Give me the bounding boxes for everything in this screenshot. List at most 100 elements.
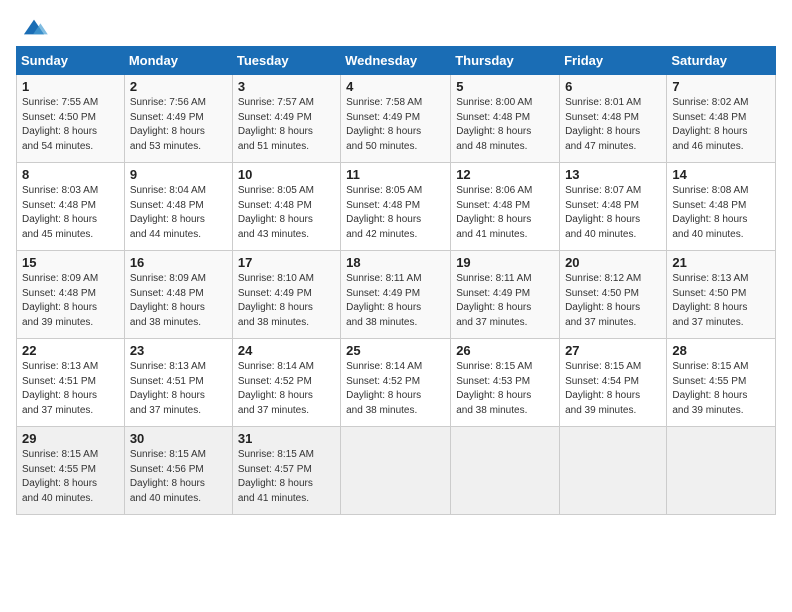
day-info: Sunrise: 8:13 AM Sunset: 4:51 PM Dayligh… xyxy=(22,360,119,418)
day-number: 10 xyxy=(238,167,335,182)
calendar-cell: 8 Sunrise: 8:03 AM Sunset: 4:48 PM Daylig… xyxy=(17,163,125,251)
day-info: Sunrise: 8:09 AM Sunset: 4:48 PM Dayligh… xyxy=(130,272,227,330)
weekday-header-row: SundayMondayTuesdayWednesdayThursdayFrid… xyxy=(17,47,776,75)
day-number: 31 xyxy=(238,431,335,446)
day-number: 17 xyxy=(238,255,335,270)
calendar-cell: 11 Sunrise: 8:05 AM Sunset: 4:48 PM Dayli… xyxy=(341,163,451,251)
calendar-cell: 4 Sunrise: 7:58 AM Sunset: 4:49 PM Daylig… xyxy=(341,75,451,163)
calendar-cell: 21 Sunrise: 8:13 AM Sunset: 4:50 PM Dayli… xyxy=(667,251,776,339)
day-info: Sunrise: 8:10 AM Sunset: 4:49 PM Dayligh… xyxy=(238,272,335,330)
day-info: Sunrise: 8:15 AM Sunset: 4:55 PM Dayligh… xyxy=(22,448,119,506)
calendar-cell: 14 Sunrise: 8:08 AM Sunset: 4:48 PM Dayli… xyxy=(667,163,776,251)
calendar-cell: 29 Sunrise: 8:15 AM Sunset: 4:55 PM Dayli… xyxy=(17,427,125,515)
day-number: 4 xyxy=(346,79,445,94)
day-number: 29 xyxy=(22,431,119,446)
day-number: 25 xyxy=(346,343,445,358)
day-info: Sunrise: 8:06 AM Sunset: 4:48 PM Dayligh… xyxy=(456,184,554,242)
day-info: Sunrise: 8:04 AM Sunset: 4:48 PM Dayligh… xyxy=(130,184,227,242)
day-number: 5 xyxy=(456,79,554,94)
calendar-cell xyxy=(341,427,451,515)
day-number: 2 xyxy=(130,79,227,94)
header xyxy=(16,16,776,38)
day-info: Sunrise: 8:12 AM Sunset: 4:50 PM Dayligh… xyxy=(565,272,661,330)
day-info: Sunrise: 8:15 AM Sunset: 4:54 PM Dayligh… xyxy=(565,360,661,418)
day-info: Sunrise: 8:05 AM Sunset: 4:48 PM Dayligh… xyxy=(238,184,335,242)
day-number: 22 xyxy=(22,343,119,358)
day-number: 3 xyxy=(238,79,335,94)
logo xyxy=(16,16,48,38)
day-info: Sunrise: 8:11 AM Sunset: 4:49 PM Dayligh… xyxy=(346,272,445,330)
calendar-table: SundayMondayTuesdayWednesdayThursdayFrid… xyxy=(16,46,776,515)
calendar-cell: 23 Sunrise: 8:13 AM Sunset: 4:51 PM Dayli… xyxy=(124,339,232,427)
day-info: Sunrise: 8:15 AM Sunset: 4:53 PM Dayligh… xyxy=(456,360,554,418)
calendar-cell: 28 Sunrise: 8:15 AM Sunset: 4:55 PM Dayli… xyxy=(667,339,776,427)
week-row-5: 29 Sunrise: 8:15 AM Sunset: 4:55 PM Dayli… xyxy=(17,427,776,515)
day-info: Sunrise: 8:13 AM Sunset: 4:51 PM Dayligh… xyxy=(130,360,227,418)
calendar-cell xyxy=(560,427,667,515)
day-number: 8 xyxy=(22,167,119,182)
day-info: Sunrise: 7:58 AM Sunset: 4:49 PM Dayligh… xyxy=(346,96,445,154)
weekday-wednesday: Wednesday xyxy=(341,47,451,75)
day-number: 18 xyxy=(346,255,445,270)
calendar-cell: 10 Sunrise: 8:05 AM Sunset: 4:48 PM Dayli… xyxy=(232,163,340,251)
calendar-cell: 16 Sunrise: 8:09 AM Sunset: 4:48 PM Dayli… xyxy=(124,251,232,339)
calendar-cell: 7 Sunrise: 8:02 AM Sunset: 4:48 PM Daylig… xyxy=(667,75,776,163)
calendar-cell: 20 Sunrise: 8:12 AM Sunset: 4:50 PM Dayli… xyxy=(560,251,667,339)
calendar-cell: 25 Sunrise: 8:14 AM Sunset: 4:52 PM Dayli… xyxy=(341,339,451,427)
week-row-4: 22 Sunrise: 8:13 AM Sunset: 4:51 PM Dayli… xyxy=(17,339,776,427)
calendar-cell: 30 Sunrise: 8:15 AM Sunset: 4:56 PM Dayli… xyxy=(124,427,232,515)
day-info: Sunrise: 8:11 AM Sunset: 4:49 PM Dayligh… xyxy=(456,272,554,330)
day-info: Sunrise: 7:56 AM Sunset: 4:49 PM Dayligh… xyxy=(130,96,227,154)
day-number: 14 xyxy=(672,167,770,182)
day-info: Sunrise: 8:03 AM Sunset: 4:48 PM Dayligh… xyxy=(22,184,119,242)
day-number: 20 xyxy=(565,255,661,270)
day-number: 16 xyxy=(130,255,227,270)
day-number: 1 xyxy=(22,79,119,94)
day-number: 26 xyxy=(456,343,554,358)
day-number: 21 xyxy=(672,255,770,270)
day-info: Sunrise: 7:57 AM Sunset: 4:49 PM Dayligh… xyxy=(238,96,335,154)
calendar-cell: 6 Sunrise: 8:01 AM Sunset: 4:48 PM Daylig… xyxy=(560,75,667,163)
calendar-cell: 31 Sunrise: 8:15 AM Sunset: 4:57 PM Dayli… xyxy=(232,427,340,515)
day-number: 23 xyxy=(130,343,227,358)
day-info: Sunrise: 8:05 AM Sunset: 4:48 PM Dayligh… xyxy=(346,184,445,242)
week-row-1: 1Sunrise: 7:55 AM Sunset: 4:50 PM Daylig… xyxy=(17,75,776,163)
day-number: 28 xyxy=(672,343,770,358)
day-info: Sunrise: 8:07 AM Sunset: 4:48 PM Dayligh… xyxy=(565,184,661,242)
logo-text xyxy=(16,16,48,38)
calendar-cell: 18 Sunrise: 8:11 AM Sunset: 4:49 PM Dayli… xyxy=(341,251,451,339)
day-info: Sunrise: 8:14 AM Sunset: 4:52 PM Dayligh… xyxy=(346,360,445,418)
calendar-cell: 12Sunrise: 8:06 AM Sunset: 4:48 PM Dayli… xyxy=(451,163,560,251)
day-info: Sunrise: 8:15 AM Sunset: 4:57 PM Dayligh… xyxy=(238,448,335,506)
day-info: Sunrise: 8:13 AM Sunset: 4:50 PM Dayligh… xyxy=(672,272,770,330)
week-row-3: 15 Sunrise: 8:09 AM Sunset: 4:48 PM Dayli… xyxy=(17,251,776,339)
page-container: SundayMondayTuesdayWednesdayThursdayFrid… xyxy=(0,0,792,523)
day-number: 7 xyxy=(672,79,770,94)
weekday-thursday: Thursday xyxy=(451,47,560,75)
calendar-cell: 1Sunrise: 7:55 AM Sunset: 4:50 PM Daylig… xyxy=(17,75,125,163)
day-number: 30 xyxy=(130,431,227,446)
calendar-cell: 2 Sunrise: 7:56 AM Sunset: 4:49 PM Daylig… xyxy=(124,75,232,163)
calendar-cell: 9Sunrise: 8:04 AM Sunset: 4:48 PM Daylig… xyxy=(124,163,232,251)
weekday-saturday: Saturday xyxy=(667,47,776,75)
day-info: Sunrise: 8:15 AM Sunset: 4:56 PM Dayligh… xyxy=(130,448,227,506)
weekday-sunday: Sunday xyxy=(17,47,125,75)
calendar-cell xyxy=(451,427,560,515)
day-number: 11 xyxy=(346,167,445,182)
day-info: Sunrise: 8:01 AM Sunset: 4:48 PM Dayligh… xyxy=(565,96,661,154)
calendar-cell: 19Sunrise: 8:11 AM Sunset: 4:49 PM Dayli… xyxy=(451,251,560,339)
day-number: 6 xyxy=(565,79,661,94)
day-info: Sunrise: 8:02 AM Sunset: 4:48 PM Dayligh… xyxy=(672,96,770,154)
week-row-2: 8 Sunrise: 8:03 AM Sunset: 4:48 PM Daylig… xyxy=(17,163,776,251)
logo-icon xyxy=(20,16,48,38)
day-info: Sunrise: 8:00 AM Sunset: 4:48 PM Dayligh… xyxy=(456,96,554,154)
calendar-cell: 15Sunrise: 8:09 AM Sunset: 4:48 PM Dayli… xyxy=(17,251,125,339)
weekday-tuesday: Tuesday xyxy=(232,47,340,75)
day-number: 27 xyxy=(565,343,661,358)
day-info: Sunrise: 8:15 AM Sunset: 4:55 PM Dayligh… xyxy=(672,360,770,418)
day-number: 13 xyxy=(565,167,661,182)
calendar-cell: 13 Sunrise: 8:07 AM Sunset: 4:48 PM Dayli… xyxy=(560,163,667,251)
day-number: 15 xyxy=(22,255,119,270)
day-info: Sunrise: 8:08 AM Sunset: 4:48 PM Dayligh… xyxy=(672,184,770,242)
weekday-monday: Monday xyxy=(124,47,232,75)
